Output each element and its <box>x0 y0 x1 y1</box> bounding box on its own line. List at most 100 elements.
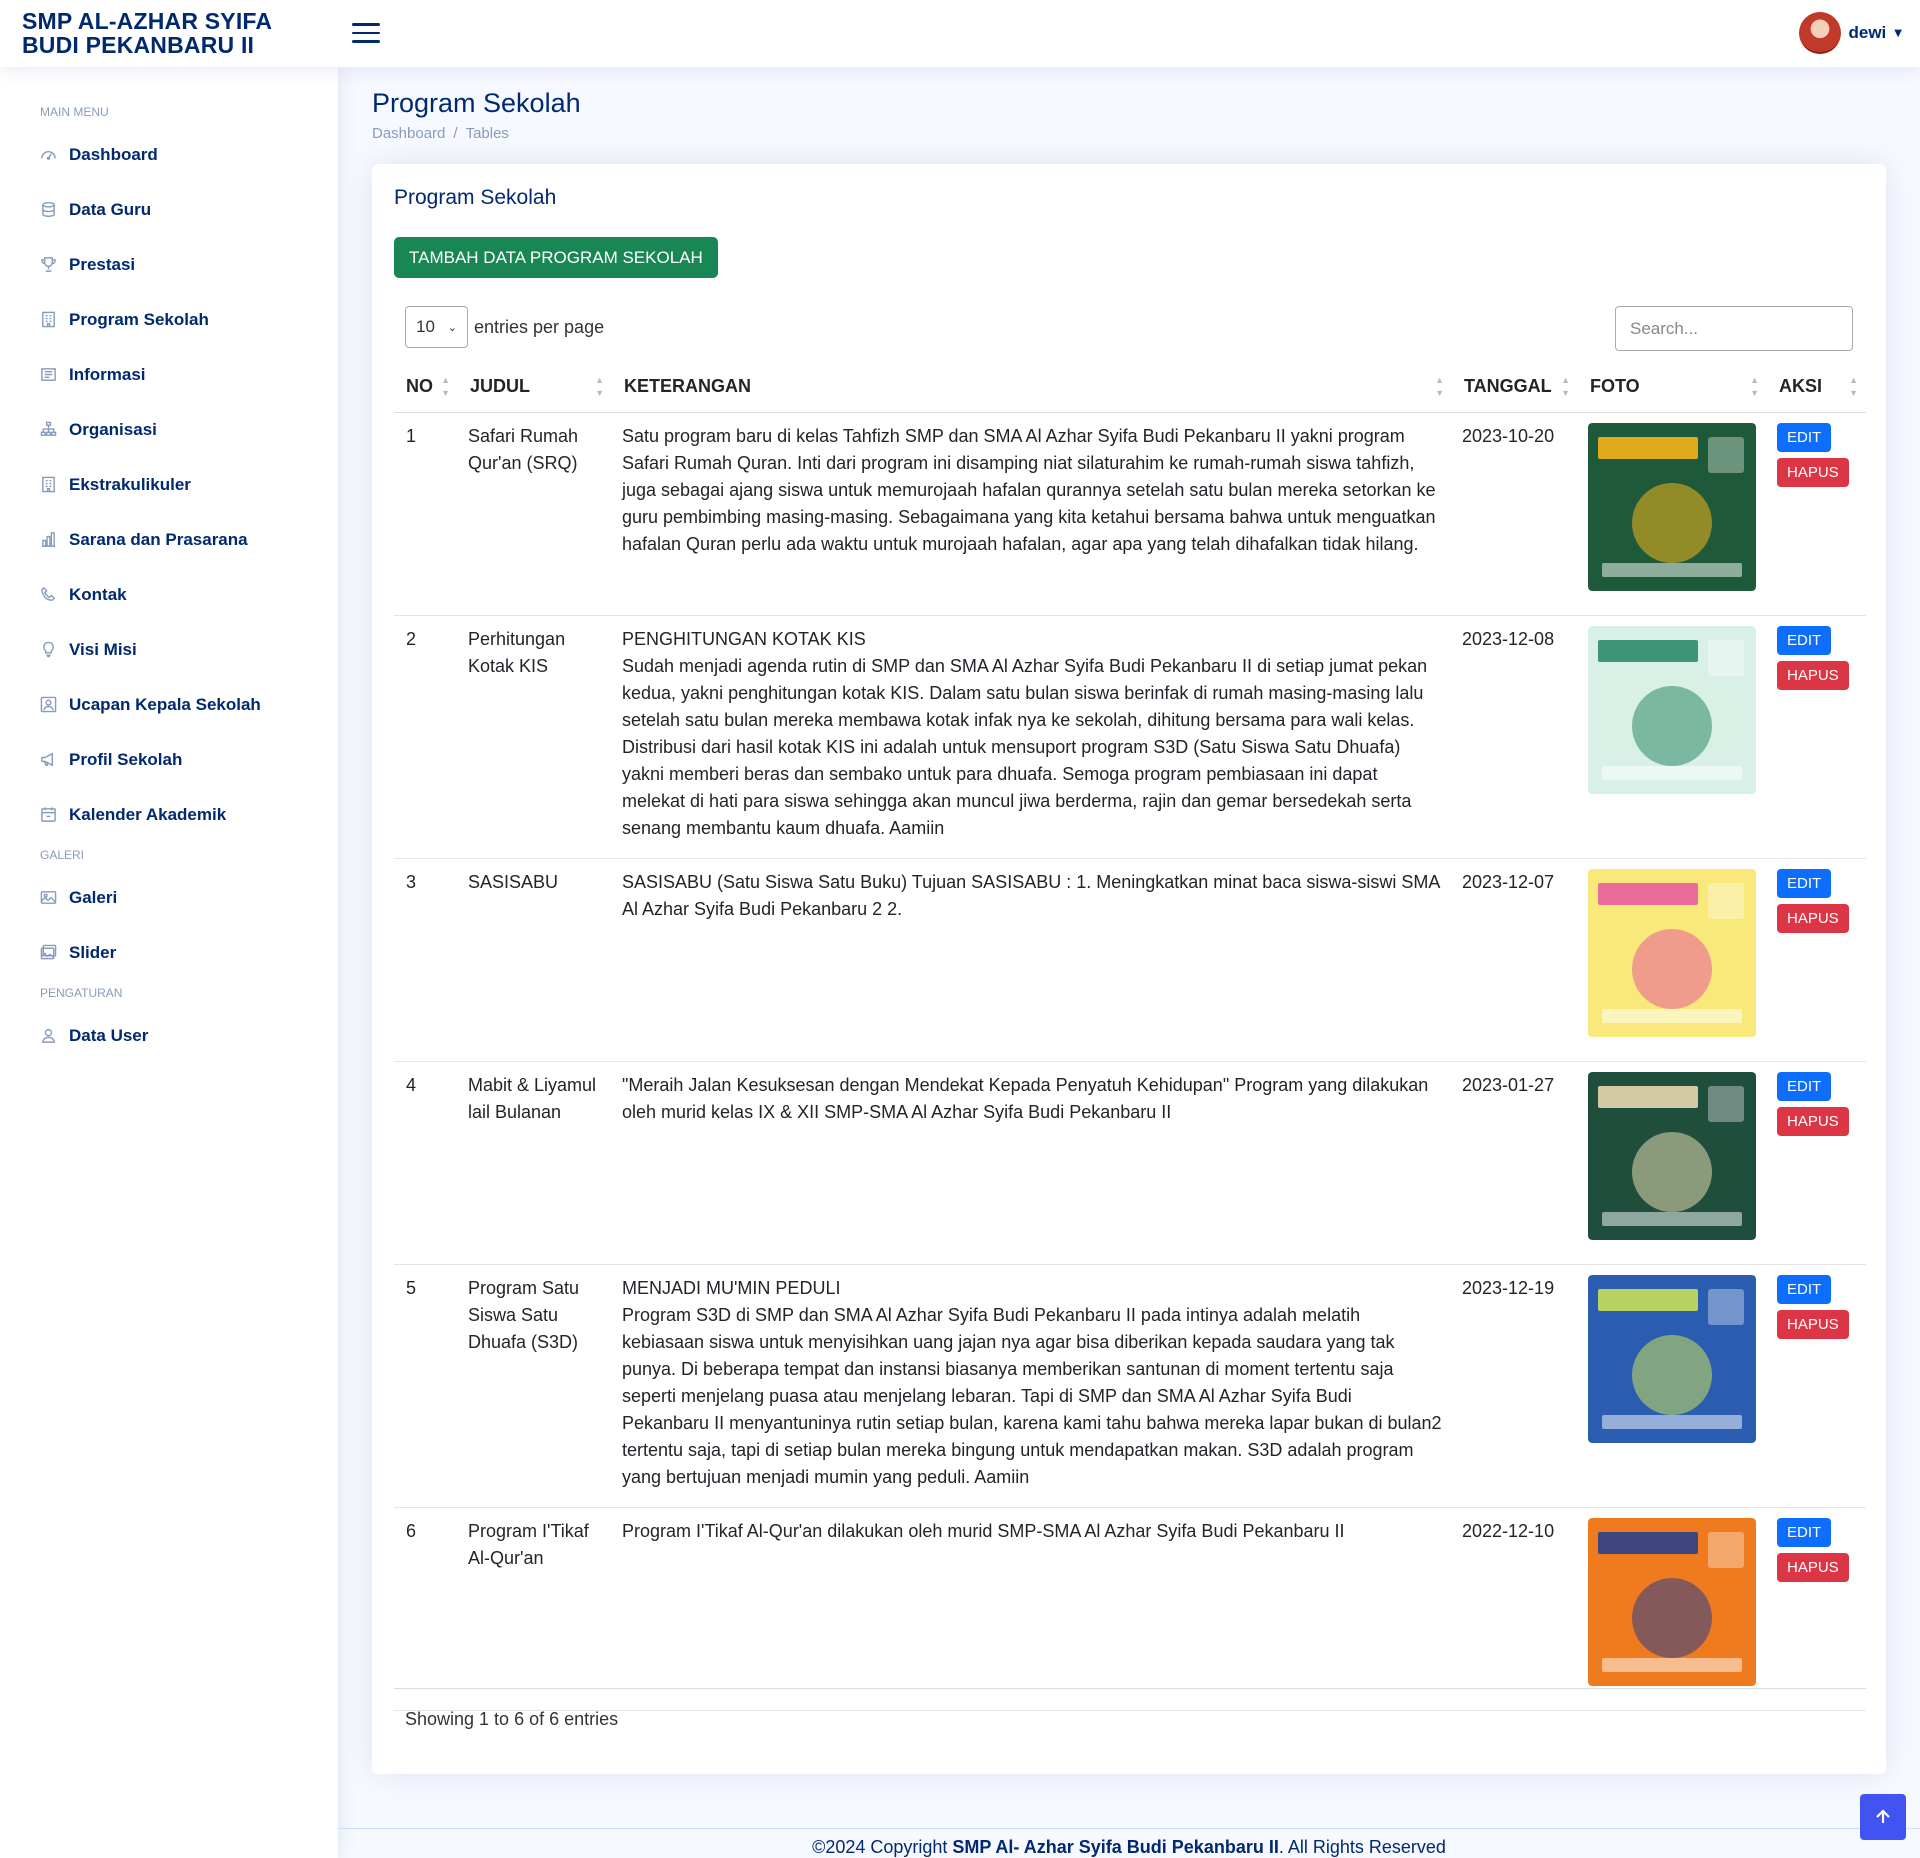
logo-line-1: SMP AL-AZHAR SYIFA <box>22 8 273 34</box>
cell-aksi: EDIT HAPUS <box>1767 1264 1866 1508</box>
sidebar-item-kalender-akademik[interactable]: Kalender Akademik <box>0 787 338 842</box>
table-row: 5 Program Satu Siswa Satu Dhuafa (S3D) MEN… <box>394 1264 1866 1508</box>
cell-keterangan: Satu program baru di kelas Tahfizh SMP d… <box>612 412 1452 616</box>
sidebar-item-galeri[interactable]: Galeri <box>0 870 338 925</box>
building-icon <box>42 476 55 493</box>
database-icon <box>42 201 55 218</box>
sidebar-item-label: Ucapan Kepala Sekolah <box>69 694 261 714</box>
table-row: 3 SASISABU SASISABU (Satu Siswa Satu Buku)… <box>394 858 1866 1062</box>
cell-keterangan: "Meraih Jalan Kesuksesan dengan Mendekat… <box>612 1061 1452 1265</box>
search-input[interactable] <box>1615 306 1853 351</box>
page-title: Program Sekolah <box>372 88 581 118</box>
cell-judul: Program I'Tikaf Al-Qur'an <box>458 1507 612 1711</box>
entries-control: 10 ⌄ entries per page <box>405 306 604 348</box>
edit-button[interactable]: EDIT <box>1777 1071 1832 1101</box>
telephone-icon <box>41 586 56 601</box>
delete-button[interactable]: HAPUS <box>1777 1106 1849 1136</box>
sidebar-item-ekstrakulikuler[interactable]: Ekstrakulikuler <box>0 457 338 512</box>
col-header-judul[interactable]: JUDUL ▲ ▼ <box>458 362 612 413</box>
delete-button[interactable]: HAPUS <box>1777 1309 1849 1339</box>
keterangan-text: Program I'Tikaf Al-Qur'an dilakukan oleh… <box>622 1520 1345 1541</box>
delete-button[interactable]: HAPUS <box>1777 1552 1849 1582</box>
program-photo[interactable] <box>1588 868 1756 1037</box>
delete-button[interactable]: HAPUS <box>1777 457 1849 487</box>
sidebar-item-prestasi[interactable]: Prestasi <box>0 237 338 292</box>
edit-button[interactable]: EDIT <box>1777 868 1832 898</box>
table-row: 1 Safari Rumah Qur'an (SRQ) Satu program b… <box>394 412 1866 616</box>
cell-no: 5 <box>394 1264 458 1508</box>
sidebar-item-slider[interactable]: Slider <box>0 925 338 980</box>
sidebar-item-label: Informasi <box>69 364 146 384</box>
cell-keterangan: Program I'Tikaf Al-Qur'an dilakukan oleh… <box>612 1507 1452 1711</box>
sidebar-item-visi-misi[interactable]: Visi Misi <box>0 622 338 677</box>
cell-judul: Perhitungan Kotak KIS <box>458 615 612 859</box>
add-program-button[interactable]: TAMBAH DATA PROGRAM SEKOLAH <box>394 237 718 278</box>
program-photo[interactable] <box>1588 1071 1756 1240</box>
col-header-no[interactable]: NO ▲ ▼ <box>394 362 458 413</box>
cell-foto <box>1578 615 1767 859</box>
sidebar-item-informasi[interactable]: Informasi <box>0 347 338 402</box>
program-photo[interactable] <box>1588 1274 1756 1443</box>
sidebar-item-label: Data Guru <box>69 199 152 219</box>
cell-aksi: EDIT HAPUS <box>1767 858 1866 1062</box>
sidebar-item-label: Ekstrakulikuler <box>69 474 191 494</box>
cell-judul: Mabit & Liyamul lail Bulanan <box>458 1061 612 1265</box>
table-row: 4 Mabit & Liyamul lail Bulanan "Meraih Jal… <box>394 1061 1866 1265</box>
cell-keterangan: MENJADI MU'MIN PEDULI Program S3D di SMP … <box>612 1264 1452 1508</box>
breadcrumb: Dashboard / Tables <box>372 125 509 142</box>
cell-foto <box>1578 412 1767 616</box>
building-icon <box>42 311 55 328</box>
breadcrumb-tables: Tables <box>465 125 509 142</box>
cell-tanggal: 2023-10-20 <box>1452 412 1578 616</box>
delete-button[interactable]: HAPUS <box>1777 903 1849 933</box>
keterangan-text: Satu program baru di kelas Tahfizh SMP d… <box>622 425 1436 554</box>
sidebar-item-label: Sarana dan Prasarana <box>69 529 248 549</box>
col-header-foto[interactable]: FOTO ▲ ▼ <box>1578 362 1767 413</box>
edit-button[interactable]: EDIT <box>1777 1274 1832 1304</box>
table-row: 2 Perhitungan Kotak KIS PENGHITUNGAN KOTAK… <box>394 615 1866 859</box>
logo-line-2: BUDI PEKANBARU II <box>22 32 255 58</box>
program-photo[interactable] <box>1588 625 1756 794</box>
cell-aksi: EDIT HAPUS <box>1767 1061 1866 1265</box>
sidebar-item-label: Program Sekolah <box>69 309 209 329</box>
lightbulb-icon <box>43 641 54 658</box>
footer-suffix: . All Rights Reserved <box>1278 1837 1446 1857</box>
cell-judul: SASISABU <box>458 858 612 1062</box>
sidebar: MAIN MENU Dashboard Data Guru Prestasi Prog… <box>0 67 338 1858</box>
edit-button[interactable]: EDIT <box>1777 422 1832 452</box>
breadcrumb-dashboard[interactable]: Dashboard <box>372 125 445 142</box>
sidebar-item-data-user[interactable]: Data User <box>0 1008 338 1063</box>
sidebar-item-label: Kontak <box>69 584 127 604</box>
edit-button[interactable]: EDIT <box>1777 625 1832 655</box>
footer: ©2024 Copyright SMP Al- Azhar Syifa Budi… <box>338 1828 1920 1858</box>
sidebar-item-kontak[interactable]: Kontak <box>0 567 338 622</box>
edit-button[interactable]: EDIT <box>1777 1517 1832 1547</box>
delete-button[interactable]: HAPUS <box>1777 660 1849 690</box>
menu-heading-pengaturan: PENGATURAN <box>40 986 123 1000</box>
footer-prefix: ©2024 Copyright <box>812 1837 953 1857</box>
sidebar-toggle-icon[interactable] <box>352 18 380 48</box>
program-photo[interactable] <box>1588 422 1756 591</box>
col-header-aksi[interactable]: AKSI ▲ ▼ <box>1767 362 1866 413</box>
sidebar-item-organisasi[interactable]: Organisasi <box>0 402 338 457</box>
sidebar-item-dashboard[interactable]: Dashboard <box>0 127 338 182</box>
person-square-icon <box>40 696 57 713</box>
program-card: Program Sekolah TAMBAH DATA PROGRAM SEKO… <box>372 164 1886 1774</box>
program-table: NO ▲ ▼ JUDUL ▲ ▼ KETERANGAN ▲ ▼ TANGGAL ▲ ▼ FOTO… <box>394 362 1866 1711</box>
sidebar-item-profil-sekolah[interactable]: Profil Sekolah <box>0 732 338 787</box>
program-photo[interactable] <box>1588 1517 1756 1686</box>
sidebar-item-ucapan-kepala-sekolah[interactable]: Ucapan Kepala Sekolah <box>0 677 338 732</box>
col-header-tanggal[interactable]: TANGGAL ▲ ▼ <box>1452 362 1578 413</box>
sidebar-item-data-guru[interactable]: Data Guru <box>0 182 338 237</box>
entries-select[interactable]: 10 ⌄ <box>405 306 468 348</box>
col-header-keterangan[interactable]: KETERANGAN ▲ ▼ <box>612 362 1452 413</box>
site-logo[interactable]: SMP AL-AZHAR SYIFA BUDI PEKANBARU II <box>22 9 322 57</box>
cell-aksi: EDIT HAPUS <box>1767 1507 1866 1711</box>
cell-keterangan: PENGHITUNGAN KOTAK KIS Sudah menjadi agen… <box>612 615 1452 859</box>
profile-dropdown[interactable]: dewi ▼ <box>1798 12 1902 54</box>
back-to-top-button[interactable] <box>1860 1794 1906 1840</box>
sidebar-item-sarana-dan-prasarana[interactable]: Sarana dan Prasarana <box>0 512 338 567</box>
sidebar-item-program-sekolah[interactable]: Program Sekolah <box>0 292 338 347</box>
keterangan-text: Sudah menjadi agenda rutin di SMP dan SM… <box>622 655 1428 838</box>
cell-foto <box>1578 1264 1767 1508</box>
